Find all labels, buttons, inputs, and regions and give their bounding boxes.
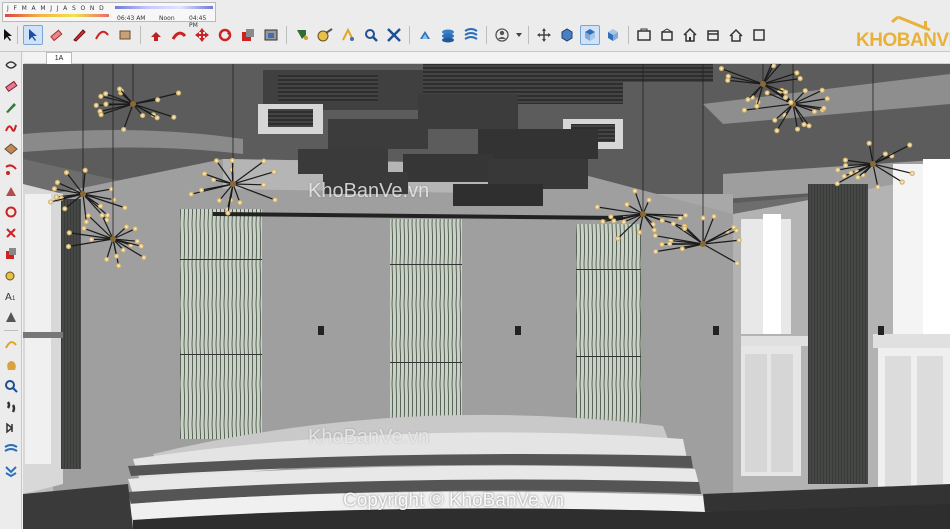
toolbar-divider <box>17 26 18 44</box>
rotate-icon[interactable] <box>215 25 235 45</box>
orbit-icon[interactable] <box>2 56 20 74</box>
zoom-extents-icon[interactable] <box>384 25 404 45</box>
right-view-icon[interactable] <box>634 25 654 45</box>
3d-viewport[interactable]: KhoBanVe.vn KhoBanVe.vn Copyright © KhoB… <box>23 64 950 529</box>
push-pull-icon[interactable] <box>2 182 20 200</box>
select-tool-button[interactable] <box>23 25 43 45</box>
toolbar-divider <box>409 26 410 44</box>
scale-icon[interactable] <box>238 25 258 45</box>
walk-icon[interactable] <box>2 398 20 416</box>
move-icon[interactable] <box>192 25 212 45</box>
svg-text:A: A <box>5 292 12 303</box>
position-camera-icon[interactable] <box>2 419 20 437</box>
zoom-icon[interactable] <box>361 25 381 45</box>
logo-text: KHOBANVE <box>856 30 950 51</box>
time-slider[interactable] <box>115 6 213 9</box>
push-pull-icon[interactable] <box>146 25 166 45</box>
house-icon[interactable] <box>680 25 700 45</box>
back-view-icon[interactable] <box>657 25 677 45</box>
top-toolbar: J F M A M J J A S O N D 06:43 AM Noon 04… <box>0 0 950 52</box>
toolbar-divider <box>486 26 487 44</box>
follow-me-icon[interactable] <box>2 224 20 242</box>
left-toolbar: A1 <box>0 52 22 529</box>
time-noon-label: Noon <box>159 15 175 22</box>
slat-panel-right <box>576 224 641 429</box>
scene-tabs-bar: 1A <box>24 52 950 64</box>
toolbar-divider <box>628 26 629 44</box>
roof-view-icon[interactable] <box>726 25 746 45</box>
toolbar-divider <box>528 26 529 44</box>
month-labels: J F M A M J J A S O N D <box>7 5 106 12</box>
main-toolbar <box>2 24 769 46</box>
section-icon[interactable] <box>749 25 769 45</box>
toolbar-divider <box>140 26 141 44</box>
time-start-label: 06:43 AM <box>117 15 146 22</box>
paint-icon[interactable] <box>2 308 20 326</box>
sketchup-window: J F M A M J J A S O N D 06:43 AM Noon 04… <box>0 0 950 529</box>
tape-measure-icon[interactable] <box>315 25 335 45</box>
text-icon[interactable] <box>338 25 358 45</box>
right-slat-panel <box>808 184 868 484</box>
circle-icon[interactable] <box>2 161 20 179</box>
scene-tab[interactable]: 1A <box>46 52 72 64</box>
pencil-icon[interactable] <box>2 98 20 116</box>
watermark-bottom: KhoBanVe.vn <box>308 426 430 448</box>
pencil-icon[interactable] <box>69 25 89 45</box>
model-render <box>23 64 950 529</box>
scale-icon[interactable] <box>2 245 20 263</box>
eraser-icon[interactable] <box>46 25 66 45</box>
eraser-icon[interactable] <box>2 77 20 95</box>
toolbar-divider <box>3 330 18 331</box>
svg-text:1: 1 <box>12 296 16 302</box>
follow-me-icon[interactable] <box>169 25 189 45</box>
user-dropdown-icon[interactable] <box>515 25 523 45</box>
section-plane-icon[interactable] <box>2 461 20 479</box>
offset-icon[interactable] <box>261 25 281 45</box>
khobanve-logo: KHOBANVE <box>850 14 950 51</box>
tape-measure-icon[interactable] <box>2 266 20 284</box>
front-view-icon[interactable] <box>603 25 623 45</box>
text-icon[interactable]: A1 <box>2 287 20 305</box>
iso-view-icon[interactable] <box>557 25 577 45</box>
month-slider[interactable] <box>5 14 109 17</box>
left-view-icon[interactable] <box>703 25 723 45</box>
slat-panel-left <box>180 209 262 439</box>
rotate-icon[interactable] <box>2 203 20 221</box>
styles-icon[interactable] <box>461 25 481 45</box>
floor <box>23 484 133 529</box>
user-icon[interactable] <box>492 25 512 45</box>
zoom-icon[interactable] <box>2 377 20 395</box>
select-icon[interactable] <box>2 25 12 45</box>
top-view-icon[interactable] <box>580 25 600 45</box>
rectangle-icon[interactable] <box>2 140 20 158</box>
shadow-settings-widget[interactable]: J F M A M J J A S O N D 06:43 AM Noon 04… <box>2 2 216 29</box>
freehand-icon[interactable] <box>2 119 20 137</box>
paint-icon[interactable] <box>292 25 312 45</box>
rectangle-icon[interactable] <box>115 25 135 45</box>
axes-icon[interactable] <box>534 25 554 45</box>
copyright-watermark: Copyright © KhoBanVe.vn <box>343 490 565 511</box>
toolbar-divider <box>286 26 287 44</box>
arc-icon[interactable] <box>92 25 112 45</box>
watermark-top: KhoBanVe.vn <box>308 180 430 202</box>
sandbox-icon[interactable] <box>415 25 435 45</box>
sandbox-icon[interactable] <box>2 440 20 458</box>
protractor-icon[interactable] <box>2 335 20 353</box>
layers-icon[interactable] <box>438 25 458 45</box>
pan-icon[interactable] <box>2 356 20 374</box>
